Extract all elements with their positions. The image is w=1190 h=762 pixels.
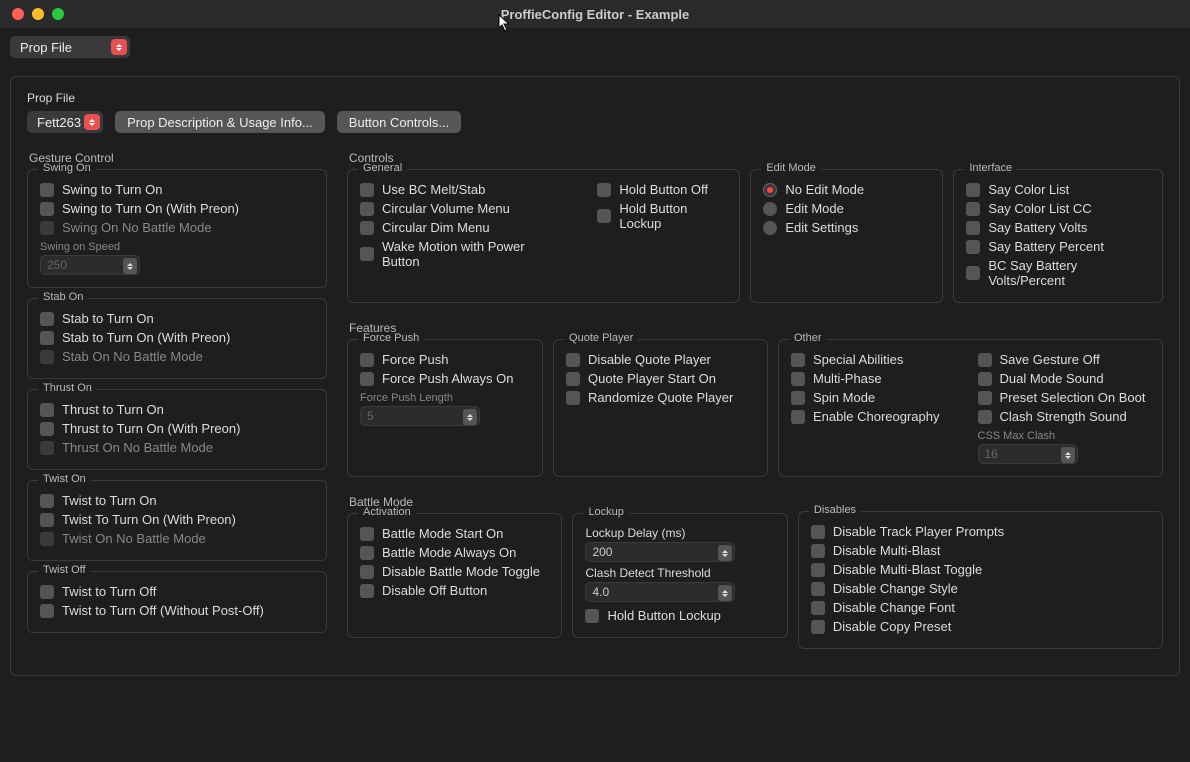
main-toolbar: Prop File bbox=[0, 28, 1190, 66]
battle-always-checkbox[interactable] bbox=[360, 546, 374, 560]
swing-on-nobattle-checkbox bbox=[40, 221, 54, 235]
editmode-group: Edit Mode No Edit Mode Edit Mode Edit Se… bbox=[750, 169, 943, 303]
twist-on-checkbox[interactable] bbox=[40, 494, 54, 508]
multiphase-checkbox[interactable] bbox=[791, 372, 805, 386]
twist-on-nobattle-checkbox bbox=[40, 532, 54, 546]
disable-multiblast-checkbox[interactable] bbox=[811, 544, 825, 558]
twist-on-group: Twist On Twist to Turn On Twist To Turn … bbox=[27, 480, 327, 561]
disable-battle-toggle-checkbox[interactable] bbox=[360, 565, 374, 579]
stepper-icon[interactable] bbox=[123, 258, 137, 274]
page-select[interactable]: Prop File bbox=[10, 36, 130, 58]
forcepush-always-checkbox[interactable] bbox=[360, 372, 374, 386]
minimize-icon[interactable] bbox=[32, 8, 44, 20]
bc-meltstab-checkbox[interactable] bbox=[360, 183, 374, 197]
clash-strength-sound-checkbox[interactable] bbox=[978, 410, 992, 424]
quote-start-checkbox[interactable] bbox=[566, 372, 580, 386]
stepper-icon[interactable] bbox=[718, 545, 732, 561]
twist-off-nopostoff-checkbox[interactable] bbox=[40, 604, 54, 618]
forcepush-group: Force Push Force Push Force Push Always … bbox=[347, 339, 543, 477]
activation-group: Activation Battle Mode Start On Battle M… bbox=[347, 513, 562, 638]
disable-change-style-checkbox[interactable] bbox=[811, 582, 825, 596]
stab-on-group: Stab On Stab to Turn On Stab to Turn On … bbox=[27, 298, 327, 379]
maximize-icon[interactable] bbox=[52, 8, 64, 20]
circular-volume-checkbox[interactable] bbox=[360, 202, 374, 216]
prop-description-button[interactable]: Prop Description & Usage Info... bbox=[115, 111, 325, 133]
button-controls-button[interactable]: Button Controls... bbox=[337, 111, 461, 133]
propfile-label: Prop File bbox=[27, 91, 1163, 105]
page-select-label: Prop File bbox=[20, 40, 72, 55]
forcepush-checkbox[interactable] bbox=[360, 353, 374, 367]
thrust-on-checkbox[interactable] bbox=[40, 403, 54, 417]
disable-copy-preset-checkbox[interactable] bbox=[811, 620, 825, 634]
hold-button-lockup-checkbox[interactable] bbox=[585, 609, 599, 623]
disable-change-font-checkbox[interactable] bbox=[811, 601, 825, 615]
css-max-clash-input[interactable]: 16 bbox=[978, 444, 1078, 464]
window-controls bbox=[12, 8, 64, 20]
propfile-select[interactable]: Fett263 bbox=[27, 111, 103, 133]
chevron-updown-icon bbox=[111, 39, 127, 55]
swing-speed-input[interactable]: 250 bbox=[40, 255, 140, 275]
thrust-on-preon-checkbox[interactable] bbox=[40, 422, 54, 436]
disable-off-button-checkbox[interactable] bbox=[360, 584, 374, 598]
preset-onboot-checkbox[interactable] bbox=[978, 391, 992, 405]
stepper-icon[interactable] bbox=[718, 585, 732, 601]
disable-quote-checkbox[interactable] bbox=[566, 353, 580, 367]
dual-mode-sound-checkbox[interactable] bbox=[978, 372, 992, 386]
choreography-checkbox[interactable] bbox=[791, 410, 805, 424]
no-editmode-radio[interactable] bbox=[763, 183, 777, 197]
stab-on-checkbox[interactable] bbox=[40, 312, 54, 326]
swing-on-group: Swing On Swing to Turn On Swing to Turn … bbox=[27, 169, 327, 288]
stepper-icon[interactable] bbox=[1061, 447, 1075, 463]
hold-lockup-checkbox[interactable] bbox=[597, 209, 611, 223]
interface-group: Interface Say Color List Say Color List … bbox=[953, 169, 1163, 303]
twist-off-checkbox[interactable] bbox=[40, 585, 54, 599]
circular-dim-checkbox[interactable] bbox=[360, 221, 374, 235]
battle-start-checkbox[interactable] bbox=[360, 527, 374, 541]
lockup-group: Lockup Lockup Delay (ms) 200 Clash Detec… bbox=[572, 513, 787, 638]
stepper-icon[interactable] bbox=[463, 409, 477, 425]
special-abilities-checkbox[interactable] bbox=[791, 353, 805, 367]
propfile-selected: Fett263 bbox=[37, 115, 81, 130]
randomize-quote-checkbox[interactable] bbox=[566, 391, 580, 405]
say-colorlist-cc-checkbox[interactable] bbox=[966, 202, 980, 216]
features-title: Features bbox=[349, 321, 1163, 335]
say-battery-volts-checkbox[interactable] bbox=[966, 221, 980, 235]
editmode-radio[interactable] bbox=[763, 202, 777, 216]
lockup-delay-input[interactable]: 200 bbox=[585, 542, 735, 562]
say-colorlist-checkbox[interactable] bbox=[966, 183, 980, 197]
thrust-on-nobattle-checkbox bbox=[40, 441, 54, 455]
twist-on-preon-checkbox[interactable] bbox=[40, 513, 54, 527]
hold-off-checkbox[interactable] bbox=[597, 183, 611, 197]
stab-on-preon-checkbox[interactable] bbox=[40, 331, 54, 345]
quote-group: Quote Player Disable Quote Player Quote … bbox=[553, 339, 768, 477]
bc-say-battery-checkbox[interactable] bbox=[966, 266, 980, 280]
main-panel: Prop File Fett263 Prop Description & Usa… bbox=[10, 76, 1180, 676]
window-title: ProffieConfig Editor - Example bbox=[0, 7, 1190, 22]
disable-multiblast-toggle-checkbox[interactable] bbox=[811, 563, 825, 577]
other-group: Other Special Abilities Multi-Phase Spin… bbox=[778, 339, 1163, 477]
close-icon[interactable] bbox=[12, 8, 24, 20]
editsettings-radio[interactable] bbox=[763, 221, 777, 235]
spinmode-checkbox[interactable] bbox=[791, 391, 805, 405]
disable-track-prompts-checkbox[interactable] bbox=[811, 525, 825, 539]
forcepush-length-input[interactable]: 5 bbox=[360, 406, 480, 426]
general-group: General Use BC Melt/Stab Circular Volume… bbox=[347, 169, 740, 303]
swing-on-checkbox[interactable] bbox=[40, 183, 54, 197]
thrust-on-group: Thrust On Thrust to Turn On Thrust to Tu… bbox=[27, 389, 327, 470]
chevron-updown-icon bbox=[84, 114, 100, 130]
clash-threshold-input[interactable]: 4.0 bbox=[585, 582, 735, 602]
disables-group: Disables Disable Track Player Prompts Di… bbox=[798, 511, 1163, 649]
controls-title: Controls bbox=[349, 151, 1163, 165]
save-gesture-off-checkbox[interactable] bbox=[978, 353, 992, 367]
stab-on-nobattle-checkbox bbox=[40, 350, 54, 364]
wake-motion-checkbox[interactable] bbox=[360, 247, 374, 261]
twist-off-group: Twist Off Twist to Turn Off Twist to Tur… bbox=[27, 571, 327, 633]
titlebar: ProffieConfig Editor - Example bbox=[0, 0, 1190, 28]
swing-on-preon-checkbox[interactable] bbox=[40, 202, 54, 216]
say-battery-percent-checkbox[interactable] bbox=[966, 240, 980, 254]
